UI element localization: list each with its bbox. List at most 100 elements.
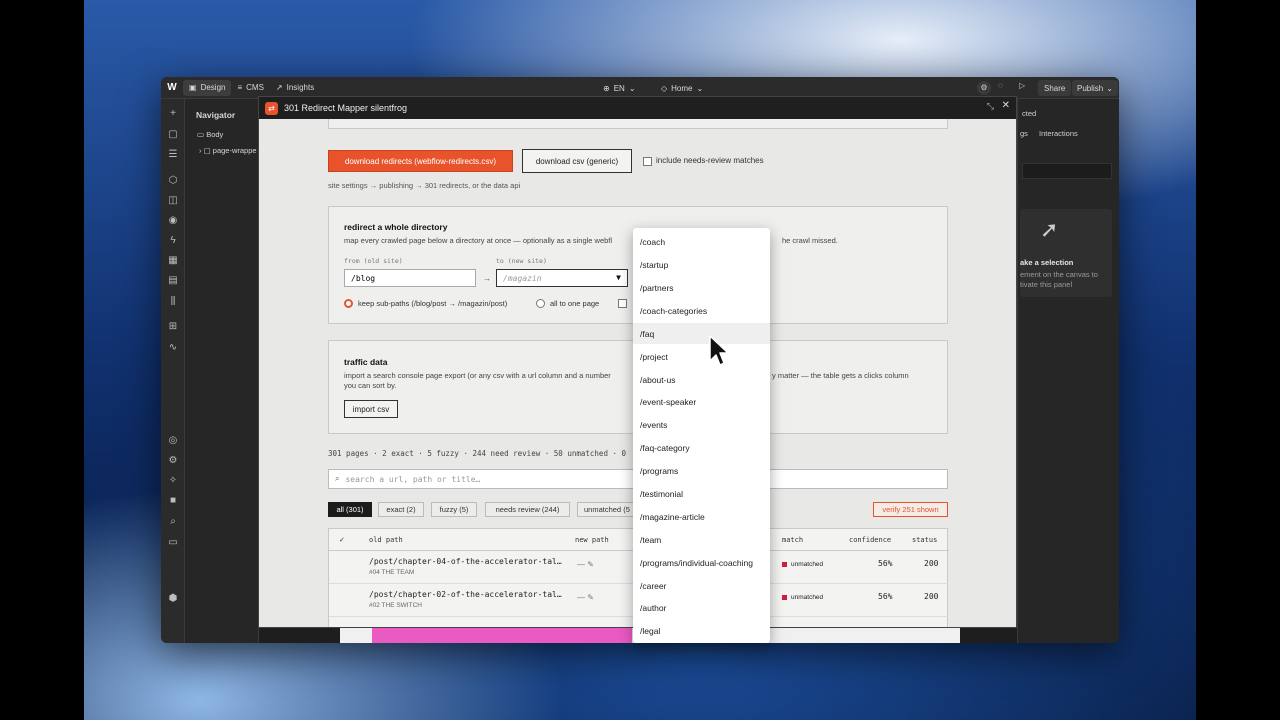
- dropdown-option[interactable]: /programs/individual-coaching: [633, 552, 770, 573]
- insights-tab[interactable]: ↗ Insights: [270, 80, 320, 96]
- verify-button[interactable]: verify 251 shown: [873, 502, 948, 517]
- row-new-path[interactable]: — ✎: [577, 560, 594, 569]
- download-webflow-button[interactable]: download redirects (webflow-redirects.cs…: [328, 150, 513, 172]
- webflow-logo-icon[interactable]: W: [161, 82, 183, 93]
- share-button[interactable]: Share: [1038, 80, 1072, 96]
- cursor-click-icon: ➚: [1040, 217, 1059, 242]
- settings-icon[interactable]: ⚙: [167, 455, 179, 467]
- navigator-icon[interactable]: ☰: [167, 149, 179, 161]
- dropdown-option[interactable]: /event-speaker: [633, 391, 770, 412]
- app-square-icon[interactable]: ■: [167, 495, 179, 507]
- navigator-panel: Navigator ▭ Body › ▢ page-wrappe: [185, 99, 259, 643]
- search-icon: ⌕: [335, 474, 340, 483]
- filter-unmatched[interactable]: unmatched (5: [577, 502, 637, 517]
- components-icon[interactable]: ⬡: [167, 175, 179, 187]
- from-input[interactable]: /blog: [344, 269, 476, 287]
- row-new-path[interactable]: — ✎: [577, 593, 594, 602]
- col-confidence[interactable]: confidence: [849, 536, 891, 544]
- row-title: #02 THE SWITCH: [369, 602, 422, 609]
- selection-title: ake a selection: [1020, 258, 1074, 267]
- col-status[interactable]: status: [912, 536, 937, 544]
- activity-icon[interactable]: ∿: [167, 342, 179, 354]
- selector-field[interactable]: [1022, 163, 1112, 179]
- one-page-radio[interactable]: [536, 299, 545, 308]
- unmatched-indicator-icon: [782, 561, 787, 567]
- locale-selector[interactable]: ⊕ EN ⌄: [597, 80, 642, 96]
- globe-icon[interactable]: ◎: [167, 435, 179, 447]
- dropdown-option[interactable]: /magazine-article: [633, 506, 770, 527]
- single-redirect-checkbox[interactable]: [618, 299, 627, 308]
- page-selector[interactable]: ◇ Home ⌄: [655, 80, 709, 96]
- interactions-icon[interactable]: ϟ: [167, 235, 179, 247]
- dropdown-option[interactable]: /about-us: [633, 369, 770, 390]
- body-icon: ▭: [197, 130, 205, 139]
- preview-play-icon[interactable]: ▷: [1019, 81, 1025, 90]
- filter-all[interactable]: all (301): [328, 502, 372, 517]
- design-tab[interactable]: ▣ Design: [183, 79, 232, 96]
- caret-down-icon: ▼: [616, 273, 621, 282]
- tab-interactions[interactable]: Interactions: [1039, 129, 1078, 138]
- filter-needs-review[interactable]: needs review (244): [485, 502, 570, 517]
- cms-tab[interactable]: ≡ CMS: [231, 80, 269, 96]
- dropdown-option[interactable]: /testimonial: [633, 483, 770, 504]
- import-csv-button[interactable]: import csv: [344, 400, 398, 418]
- keep-subpaths-radio[interactable]: [344, 299, 353, 308]
- to-select[interactable]: /magazin ▼: [496, 269, 628, 287]
- apps-icon[interactable]: ⊞: [167, 321, 179, 333]
- previous-card: [328, 119, 948, 129]
- dropdown-option[interactable]: /legal: [633, 620, 770, 641]
- assets-icon[interactable]: ▦: [167, 255, 179, 267]
- library-icon[interactable]: ⫼: [167, 296, 179, 308]
- modal-title: 301 Redirect Mapper silentfrog: [284, 103, 408, 113]
- dropdown-option[interactable]: /events: [633, 414, 770, 435]
- col-old-path[interactable]: old path: [369, 536, 403, 544]
- ai-icon[interactable]: ✧: [167, 475, 179, 487]
- video-icon[interactable]: ▭: [167, 537, 179, 549]
- dropdown-option-hovered[interactable]: /faq: [633, 323, 770, 344]
- dropdown-option[interactable]: /startup: [633, 254, 770, 275]
- dropdown-option[interactable]: /coach: [633, 231, 770, 252]
- tab-settings-partial[interactable]: gs: [1020, 129, 1028, 138]
- chevron-down-icon: ⌄: [1106, 83, 1113, 93]
- directory-title: redirect a whole directory: [344, 222, 448, 232]
- chevron-down-icon: ⌄: [628, 83, 636, 93]
- designer-toolbar: W ▣ Design ≡ CMS ↗ Insights ⊕ EN ⌄ ◇ Hom…: [161, 77, 1119, 99]
- include-review-checkbox[interactable]: [643, 157, 652, 166]
- filter-fuzzy[interactable]: fuzzy (5): [431, 502, 477, 517]
- comment-icon[interactable]: ◌: [998, 81, 1003, 90]
- navigator-page-wrapper-node[interactable]: › ▢ page-wrappe: [199, 146, 257, 155]
- chevron-right-icon: ›: [199, 146, 202, 155]
- insights-icon: ↗: [275, 83, 283, 92]
- dropdown-option[interactable]: /project: [633, 346, 770, 367]
- dropdown-option[interactable]: /author: [633, 597, 770, 618]
- dropdown-option[interactable]: /team: [633, 529, 770, 550]
- variables-icon[interactable]: ◫: [167, 195, 179, 207]
- collapse-icon[interactable]: ⤡: [987, 101, 994, 112]
- navigator-title: Navigator: [196, 110, 236, 120]
- dropdown-option[interactable]: /partners: [633, 277, 770, 298]
- row-old-path: /post/chapter-04-of-the-accelerator-tal…: [369, 557, 562, 566]
- cube-icon[interactable]: ⬢: [167, 593, 179, 605]
- publish-button[interactable]: Publish ⌄: [1072, 80, 1118, 96]
- col-new-path[interactable]: new path: [575, 536, 609, 544]
- styles-icon[interactable]: ◉: [167, 215, 179, 227]
- dropdown-option[interactable]: /career: [633, 575, 770, 596]
- directory-target-dropdown[interactable]: /coach /startup /partners /coach-categor…: [633, 228, 770, 643]
- div-block-icon: ▢: [203, 146, 211, 155]
- col-match[interactable]: match: [782, 536, 803, 544]
- from-label: from (old site): [344, 257, 403, 265]
- book-icon[interactable]: ▤: [167, 275, 179, 287]
- add-icon[interactable]: +: [167, 108, 179, 120]
- navigator-body-node[interactable]: ▭ Body: [197, 130, 223, 139]
- pages-icon[interactable]: ▢: [167, 129, 179, 141]
- filter-exact[interactable]: exact (2): [378, 502, 424, 517]
- search-icon[interactable]: ⌕: [167, 516, 179, 528]
- dropdown-option[interactable]: /programs: [633, 460, 770, 481]
- keep-subpaths-label: keep sub-paths (/blog/post → /magazin/po…: [358, 299, 508, 308]
- close-icon[interactable]: ✕: [1002, 100, 1010, 111]
- unmatched-indicator-icon: [782, 594, 787, 600]
- dropdown-option[interactable]: /coach-categories: [633, 300, 770, 321]
- app-status-icon[interactable]: ⚙: [977, 81, 991, 95]
- download-generic-button[interactable]: download csv (generic): [522, 149, 632, 173]
- dropdown-option[interactable]: /faq-category: [633, 437, 770, 458]
